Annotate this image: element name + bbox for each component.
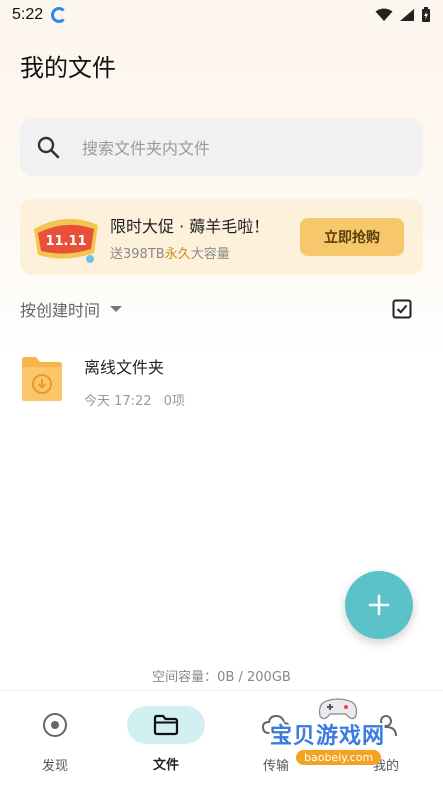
promo-banner[interactable]: 11.11 限时大促 · 薅羊毛啦！ 送398TB永久大容量 立即抢购 — [20, 199, 423, 275]
promo-badge-icon: 11.11 — [34, 218, 98, 263]
folder-icon — [153, 714, 179, 736]
watermark: 宝贝游戏网 baobeiy.com — [258, 694, 440, 776]
status-bar: 5:22 — [0, 0, 443, 30]
discover-icon — [43, 713, 67, 737]
file-name: 离线文件夹 — [84, 358, 165, 377]
promo-text: 限时大促 · 薅羊毛啦！ 送398TB永久大容量 — [110, 213, 269, 262]
sort-row: 按创建时间 — [20, 296, 412, 322]
app-notification-icon — [51, 7, 68, 23]
search-icon — [37, 136, 60, 159]
file-date: 今天 17:22 — [84, 394, 152, 409]
nav-label-discover: 发现 — [41, 759, 68, 774]
file-count: 0项 — [163, 394, 185, 409]
watermark-text: 宝贝游戏网 — [270, 724, 386, 749]
list-item[interactable]: 离线文件夹 今天 17:22 0项 — [20, 350, 423, 410]
promo-subtitle-prefix: 送398TB — [110, 246, 165, 262]
nav-item-discover[interactable]: 发现 — [15, 705, 95, 774]
promo-subtitle: 送398TB永久大容量 — [110, 243, 269, 262]
promo-subtitle-highlight: 永久 — [164, 246, 191, 262]
file-info: 离线文件夹 今天 17:22 0项 — [84, 350, 185, 409]
promo-title: 限时大促 · 薅羊毛啦！ — [110, 216, 270, 236]
battery-icon — [422, 7, 430, 22]
search-input[interactable]: 搜索文件夹内文件 — [20, 118, 423, 176]
caret-down-icon[interactable] — [110, 306, 123, 312]
status-indicators — [375, 7, 431, 23]
file-meta: 今天 17:22 0项 — [84, 390, 185, 409]
multi-select-checkbox-icon[interactable] — [392, 299, 412, 319]
promo-badge-text: 11.11 — [45, 234, 86, 249]
storage-capacity: 空间容量：0B / 200GB — [152, 670, 291, 685]
page-title: 我的文件 — [20, 54, 116, 82]
search-placeholder: 搜索文件夹内文件 — [82, 139, 211, 158]
watermark-url: baobeiy.com — [296, 750, 382, 765]
sort-dropdown[interactable]: 按创建时间 — [20, 297, 100, 321]
add-button[interactable] — [345, 571, 413, 639]
status-time: 5:22 — [12, 6, 44, 23]
wifi-icon — [375, 8, 393, 21]
nav-label-files: 文件 — [152, 758, 179, 773]
plus-icon — [368, 594, 390, 616]
buy-now-button[interactable]: 立即抢购 — [300, 218, 404, 256]
offline-folder-icon — [22, 357, 62, 401]
promo-subtitle-suffix: 大容量 — [190, 246, 230, 262]
signal-icon — [400, 9, 414, 21]
nav-item-files[interactable]: 文件 — [126, 705, 206, 773]
